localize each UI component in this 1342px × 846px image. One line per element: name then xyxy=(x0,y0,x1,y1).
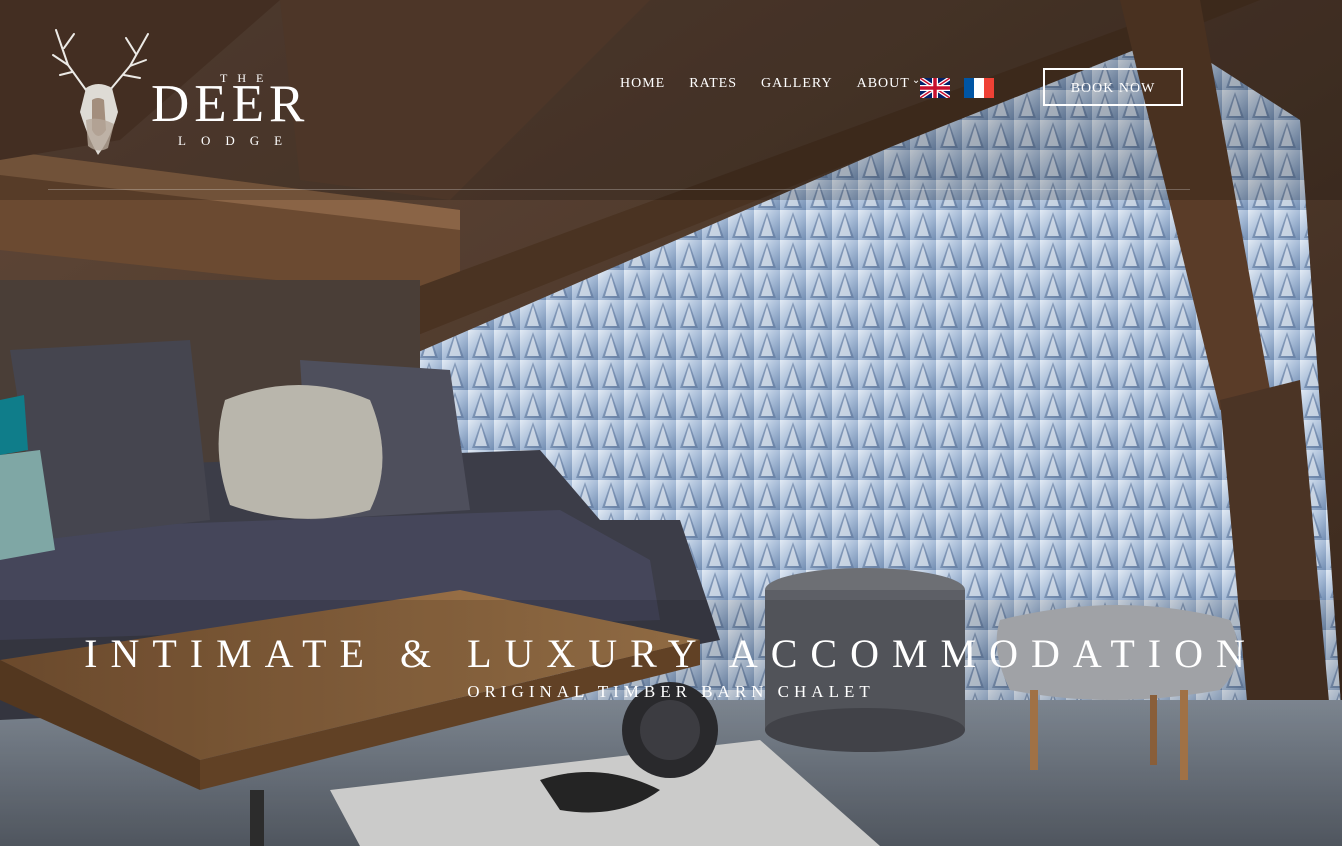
nav-gallery-link[interactable]: GALLERY xyxy=(761,76,833,92)
nav-about-link[interactable]: ABOUT ⌄ xyxy=(856,75,922,92)
book-now-button[interactable]: BOOK NOW xyxy=(1043,68,1183,106)
france-flag-icon[interactable] xyxy=(964,78,994,98)
header-divider xyxy=(48,189,1190,190)
nav-about-label: ABOUT xyxy=(856,76,910,91)
main-nav: HOME RATES GALLERY ABOUT ⌄ xyxy=(620,75,922,92)
site-logo[interactable]: THE DEER LODGE xyxy=(48,20,338,160)
site-header: THE DEER LODGE HOME RATES GALLERY ABOUT ⌄… xyxy=(0,0,1342,190)
nav-rates-link[interactable]: RATES xyxy=(689,76,737,92)
stag-logo-icon xyxy=(52,29,149,155)
logo-deer-text: DEER xyxy=(151,75,310,133)
logo-lodge-text: LODGE xyxy=(178,133,298,148)
hero-subtitle: ORIGINAL TIMBER BARN CHALET xyxy=(467,682,875,701)
nav-home-link[interactable]: HOME xyxy=(620,76,665,92)
uk-flag-icon[interactable] xyxy=(920,78,950,98)
hero-title: INTIMATE & LUXURY ACCOMMODATION xyxy=(84,631,1258,676)
hero-section: INTIMATE & LUXURY ACCOMMODATION ORIGINAL… xyxy=(0,628,1342,702)
